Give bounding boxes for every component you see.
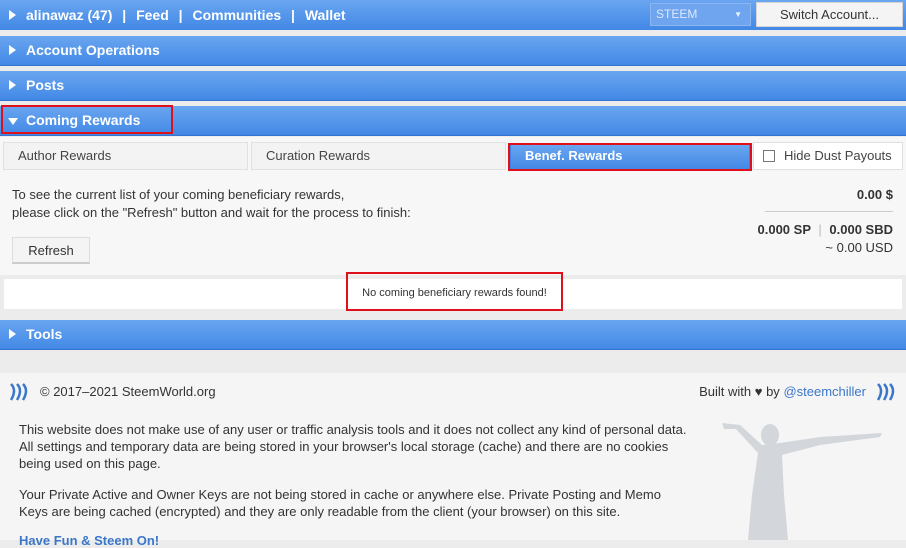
nav-feed-link[interactable]: Feed [136,7,169,23]
nav-wallet-link[interactable]: Wallet [305,7,346,23]
tab-label: Author Rewards [18,148,112,163]
user-link[interactable]: alinawaz (47) [26,7,112,23]
section-title: Tools [26,326,63,342]
expand-arrow-icon [9,45,16,55]
built-with-text: Built with ♥ by [699,384,780,399]
rewards-info: To see the current list of your coming b… [12,186,411,222]
expand-arrow-icon [9,10,16,20]
section-title: Posts [26,77,65,93]
keys-paragraph: Your Private Active and Owner Keys are n… [19,487,661,519]
dancer-silhouette-image [722,423,882,540]
copyright: © 2017–2021 SteemWorld.org [40,384,216,399]
divider [765,211,893,212]
tab-curation-rewards[interactable]: Curation Rewards [251,142,506,170]
sp-sbd-values: 0.000 SP | 0.000 SBD [758,222,894,237]
checkbox[interactable] [763,150,775,162]
highlight-box [508,143,752,171]
approx-usd: ~ 0.00 USD [825,240,893,255]
nav-separator: | [291,7,295,23]
tab-author-rewards[interactable]: Author Rewards [3,142,248,170]
steem-logo-icon [9,383,28,401]
expand-arrow-icon [9,80,16,90]
top-nav: alinawaz (47) | Feed | Communities | Wal… [26,0,352,30]
hide-dust-label: Hide Dust Payouts [784,148,892,163]
nav-communities-link[interactable]: Communities [192,7,281,23]
section-posts[interactable]: Posts [0,71,906,101]
section-tools[interactable]: Tools [0,320,906,350]
steem-logo-icon [876,383,895,401]
hide-dust-toggle[interactable]: Hide Dust Payouts [753,142,903,170]
tab-label: Curation Rewards [266,148,371,163]
have-fun-text: Have Fun & Steem On! [19,533,160,548]
section-title: Account Operations [26,42,160,58]
highlight-box [1,105,173,134]
value-separator: | [818,222,822,237]
nav-separator: | [178,7,183,23]
refresh-button[interactable]: Refresh [12,237,90,264]
built-with: Built with ♥ by @steemchiller [699,384,866,399]
coin-select[interactable]: STEEM ▼ [650,3,751,26]
privacy-paragraph: This website does not make use of any us… [19,422,687,471]
switch-account-button[interactable]: Switch Account... [756,2,903,27]
sbd-value: 0.000 SBD [829,222,893,237]
author-link[interactable]: @steemchiller [783,384,866,399]
sp-value: 0.000 SP [757,222,811,237]
section-account-operations[interactable]: Account Operations [0,36,906,66]
top-bar: alinawaz (47) | Feed | Communities | Wal… [0,0,906,30]
total-usd: 0.00 $ [856,187,893,202]
coin-select-value: STEEM [656,7,698,21]
expand-arrow-icon [9,329,16,339]
info-line: To see the current list of your coming b… [12,187,345,202]
empty-message: No coming beneficiary rewards found! [362,287,547,299]
nav-separator: | [122,7,127,23]
chevron-down-icon: ▼ [734,10,742,19]
info-line: please click on the "Refresh" button and… [12,205,411,220]
